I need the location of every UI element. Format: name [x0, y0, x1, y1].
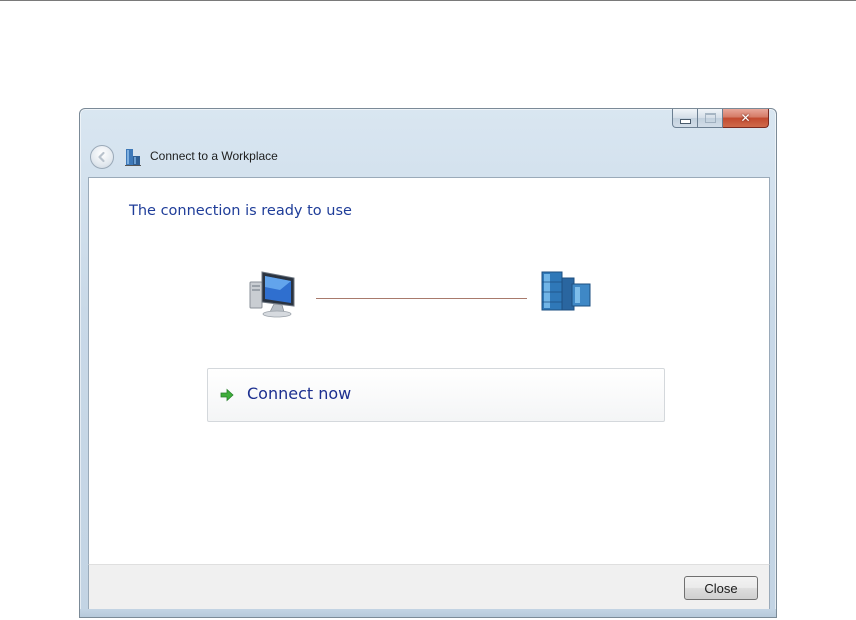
window-caption-buttons: ✕ — [672, 109, 769, 129]
wizard-content: The connection is ready to use Connect n… — [88, 177, 770, 564]
close-icon: ✕ — [740, 111, 751, 125]
connect-now-command-link[interactable]: Connect now — [207, 368, 665, 422]
green-arrow-icon — [220, 388, 234, 402]
back-arrow-icon — [98, 151, 105, 163]
server-building-icon — [541, 271, 591, 311]
minimize-icon — [679, 118, 691, 124]
window-title: Connect to a Workplace — [150, 149, 278, 163]
connection-line — [316, 298, 527, 299]
computer-icon — [249, 271, 295, 318]
maximize-icon — [704, 113, 716, 123]
maximize-button — [698, 109, 723, 128]
page-heading: The connection is ready to use — [129, 203, 352, 219]
wizard-footer: Close — [88, 564, 770, 611]
connect-now-label: Connect now — [247, 384, 352, 403]
page-top-rule — [0, 0, 856, 1]
connect-workplace-window: ✕ Connect to a Workplace The connection … — [79, 108, 777, 618]
back-button[interactable] — [90, 145, 114, 169]
close-button[interactable]: Close — [684, 576, 758, 600]
window-close-button[interactable]: ✕ — [723, 109, 769, 128]
workplace-building-icon — [125, 149, 141, 166]
minimize-button[interactable] — [672, 109, 698, 128]
